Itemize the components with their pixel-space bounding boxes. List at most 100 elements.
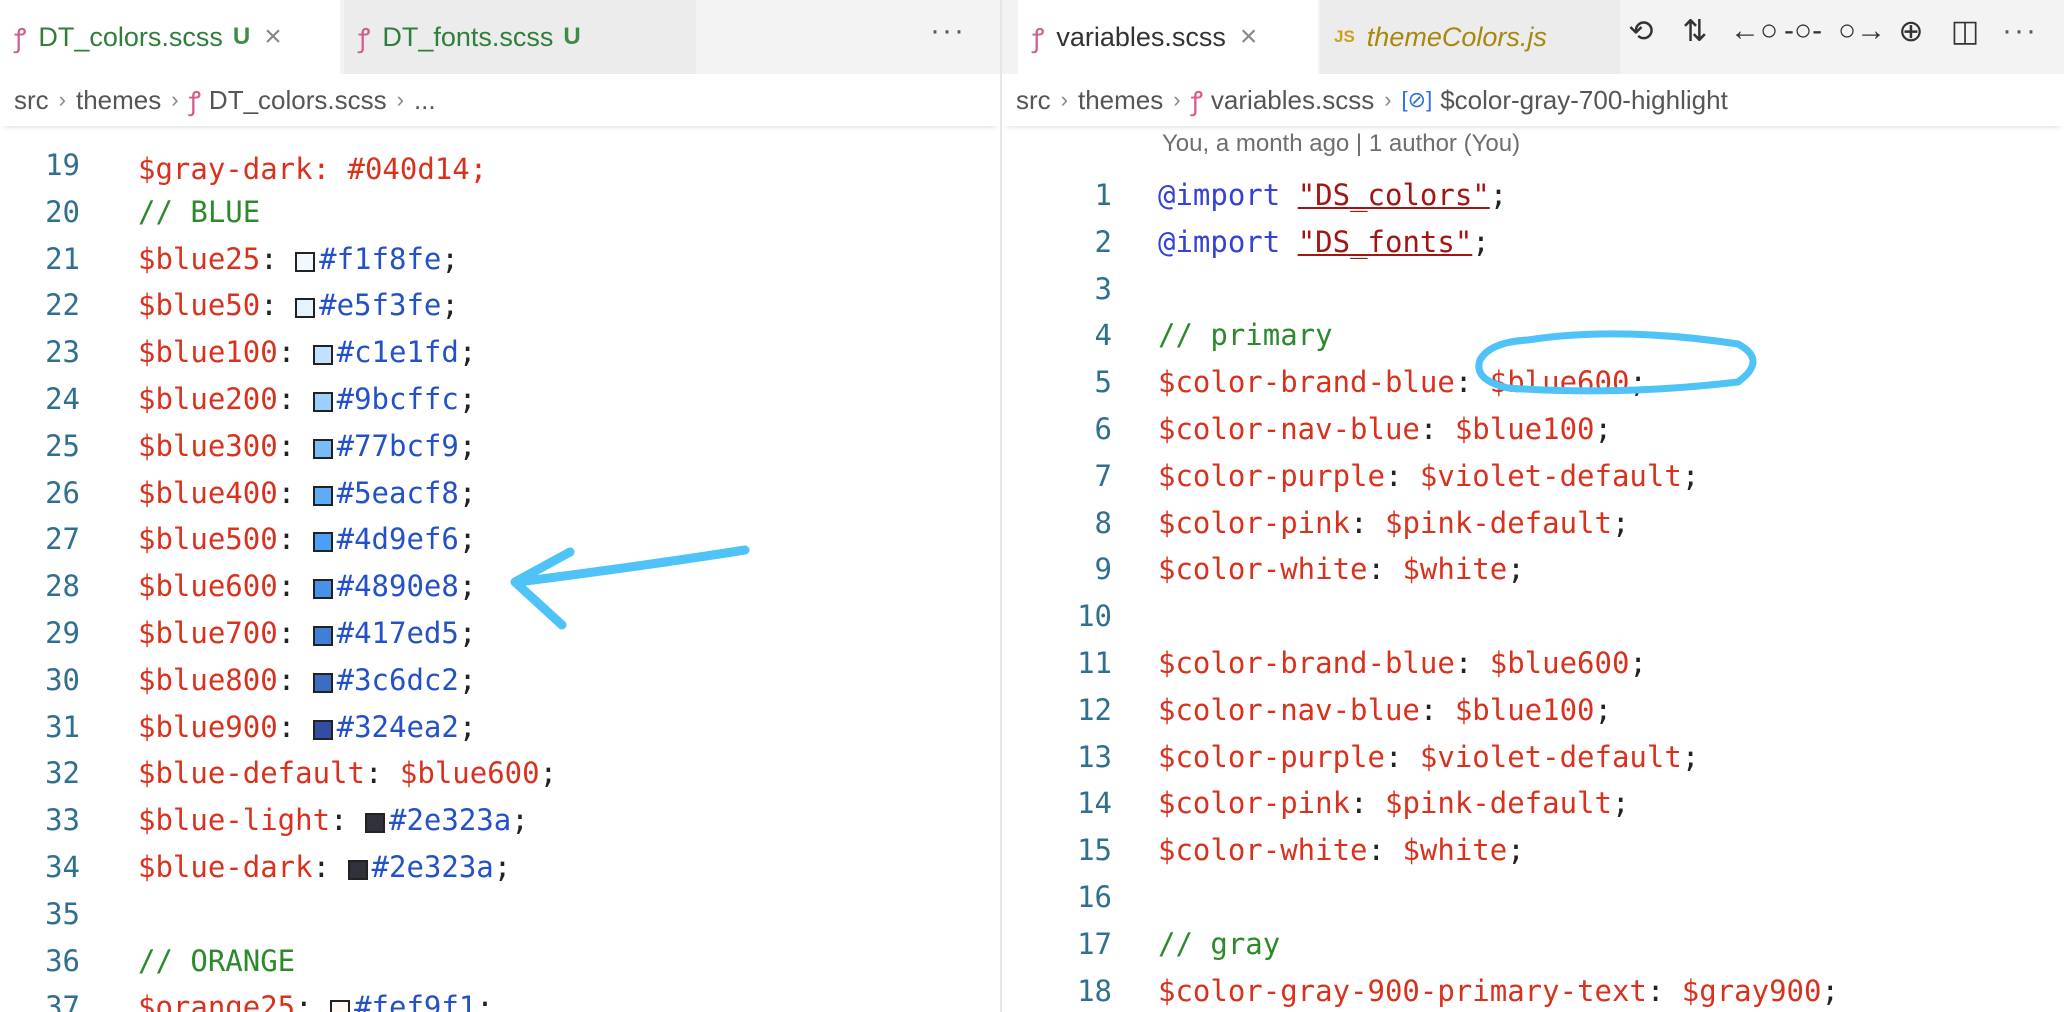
line-number: 11 xyxy=(1077,646,1112,680)
code-line: 12 $color-nav-blue: $blue100; xyxy=(1002,687,2064,733)
line-number: 18 xyxy=(1077,973,1112,1008)
breadcrumb-item-symbol[interactable]: $color-gray-700-highlight xyxy=(1440,85,1728,116)
chevron-right-icon: › xyxy=(58,87,66,112)
code-line: 22 $blue50: #e5f3fe; xyxy=(0,282,1000,328)
variable-name: $blue100 xyxy=(138,335,278,370)
colon: : xyxy=(277,522,313,557)
variable-name: $blue500 xyxy=(138,522,278,557)
line-content: $blue25: #f1f8fe; xyxy=(138,236,459,282)
variable-name: $color-pink xyxy=(1158,505,1351,540)
colon: : xyxy=(277,709,313,744)
colon: : xyxy=(277,428,313,463)
line-number: 12 xyxy=(1077,692,1112,727)
line-number: 22 xyxy=(45,288,80,323)
variable-name: $color-white xyxy=(1158,552,1368,587)
semicolon: ; xyxy=(458,616,477,650)
colon: : xyxy=(1384,739,1420,774)
colon: : xyxy=(1454,646,1490,680)
color-swatch[interactable] xyxy=(312,438,333,459)
line-content: $blue500: #4d9ef6; xyxy=(138,516,476,562)
hex-value: #9bcffc xyxy=(336,382,459,416)
color-swatch[interactable] xyxy=(312,485,333,506)
line-content: $color-nav-blue: $blue100; xyxy=(1158,406,1612,452)
color-swatch[interactable] xyxy=(312,532,333,553)
code-line: 23 $blue100: #c1e1fd; xyxy=(0,329,1000,375)
variable-name: $color-nav-blue xyxy=(1158,412,1420,446)
variable-reference: $violet-default xyxy=(1419,739,1682,774)
breadcrumb-item-file[interactable]: variables.scss xyxy=(1211,85,1374,116)
breadcrumb-item-src[interactable]: src xyxy=(1016,85,1051,116)
line-content: // primary xyxy=(1158,312,1333,358)
hex-value: #5eacf8 xyxy=(336,475,459,510)
chevron-right-icon: › xyxy=(1173,87,1181,112)
breadcrumb-item-file[interactable]: DT_colors.scss xyxy=(209,85,387,116)
line-number: 31 xyxy=(45,709,80,744)
line-number: 33 xyxy=(45,803,80,838)
line-content: $color-white: $white; xyxy=(1158,546,1525,592)
semicolon: ; xyxy=(1681,739,1700,774)
line-number: 28 xyxy=(45,569,80,604)
code-editor[interactable]: 1 @import "DS_colors"; 2 @import "DS_fonts"… xyxy=(1002,0,2064,1012)
semicolon: ; xyxy=(458,709,477,744)
color-swatch[interactable] xyxy=(295,251,316,272)
code-line: 13 $color-purple: $violet-default; xyxy=(1002,734,2064,780)
semicolon: ; xyxy=(1594,412,1612,446)
variable-name: $color-nav-blue xyxy=(1158,692,1420,727)
import-keyword: @import xyxy=(1158,178,1281,212)
breadcrumb: src › themes › ꝭ DT_colors.scss › ... xyxy=(0,74,1000,126)
code-line: 19 xyxy=(0,142,1000,188)
breadcrumb-item-themes[interactable]: themes xyxy=(76,85,161,116)
circle-annotation xyxy=(1475,330,1757,395)
color-swatch[interactable] xyxy=(312,719,333,740)
color-swatch[interactable] xyxy=(312,672,333,693)
semicolon: ; xyxy=(1507,552,1525,587)
color-swatch[interactable] xyxy=(330,1000,351,1012)
code-editor[interactable]: $gray-dark: #040d14; 19 20// BLUE 21 $blue2… xyxy=(0,0,1000,1012)
scss-file-icon: ꝭ xyxy=(188,86,201,116)
colon: : xyxy=(1350,505,1385,540)
color-swatch[interactable] xyxy=(295,298,316,319)
code-line: 8 $color-pink: $pink-default; xyxy=(1002,500,2064,546)
code-line: 3 xyxy=(1002,266,2064,312)
colon: : xyxy=(260,288,296,323)
code-line: 18 $color-gray-900-primary-text: $gray900… xyxy=(1002,968,2064,1012)
line-content: $blue800: #3c6dc2; xyxy=(138,657,476,703)
colon: : xyxy=(260,241,296,276)
line-number: 35 xyxy=(45,896,80,931)
color-swatch[interactable] xyxy=(364,813,385,834)
line-number: 36 xyxy=(45,943,80,978)
breadcrumb-item-themes[interactable]: themes xyxy=(1078,85,1163,116)
code-line: 21 $blue25: #f1f8fe; xyxy=(0,236,1000,282)
color-swatch[interactable] xyxy=(312,392,333,412)
semicolon: ; xyxy=(1472,224,1490,259)
variable-reference: $violet-default xyxy=(1419,458,1682,493)
line-number: 26 xyxy=(45,475,80,510)
hex-value: #fef9f1 xyxy=(354,990,477,1012)
breadcrumb-item-symbol[interactable]: ... xyxy=(414,85,436,116)
semicolon: ; xyxy=(511,803,529,838)
arrow-annotation xyxy=(510,545,750,630)
variable-name: $blue50 xyxy=(138,288,261,323)
code-comment: // BLUE xyxy=(138,194,261,229)
line-number: 6 xyxy=(1094,412,1112,446)
color-swatch[interactable] xyxy=(312,579,333,600)
line-number: 15 xyxy=(1077,833,1112,868)
hex-value: #4890e8 xyxy=(336,569,459,604)
code-line: 16 xyxy=(1002,874,2064,920)
line-content: $color-purple: $violet-default; xyxy=(1158,453,1699,499)
line-number: 19 xyxy=(45,148,80,182)
line-content: $color-pink: $pink-default; xyxy=(1158,500,1629,546)
colon: : xyxy=(1419,692,1455,727)
colon: : xyxy=(1419,412,1455,446)
variable-reference: $blue600 xyxy=(399,756,540,791)
breadcrumb-item-src[interactable]: src xyxy=(14,85,49,116)
line-content: // BLUE xyxy=(138,189,260,235)
variable-name: $blue-default xyxy=(138,756,365,791)
line-content: $color-white: $white; xyxy=(1158,827,1525,873)
variable-name: $blue-light xyxy=(138,803,331,838)
color-swatch[interactable] xyxy=(312,626,333,646)
import-path: "DS_colors" xyxy=(1297,178,1490,212)
color-swatch[interactable] xyxy=(347,860,368,880)
color-swatch[interactable] xyxy=(312,345,333,366)
line-content: $blue400: #5eacf8; xyxy=(138,470,476,516)
